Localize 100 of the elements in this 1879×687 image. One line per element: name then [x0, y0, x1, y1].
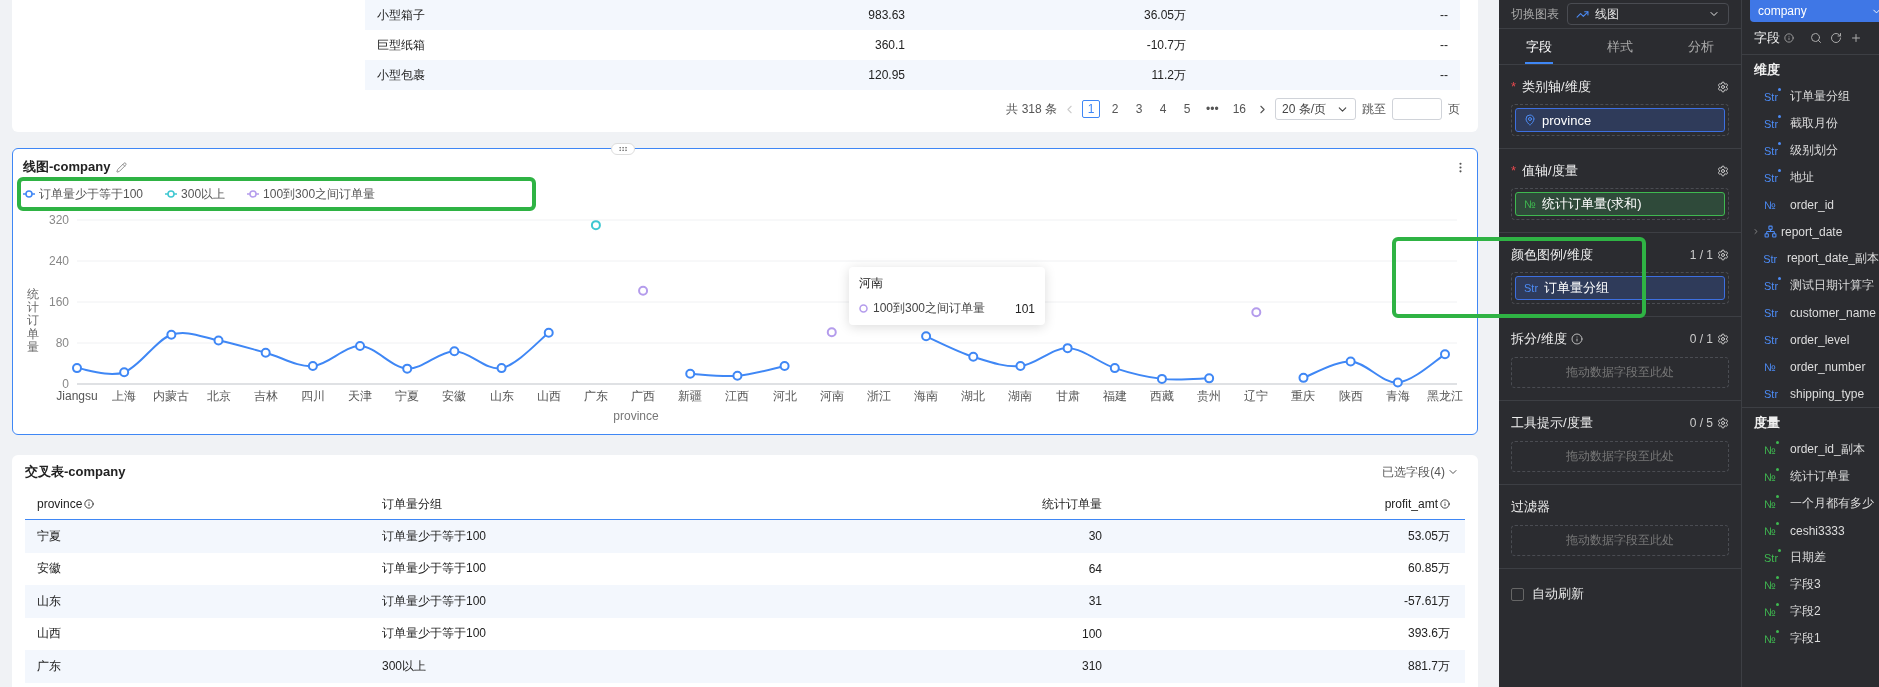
settings-icon[interactable] [1717, 416, 1729, 429]
settings-icon[interactable] [1717, 80, 1729, 93]
chart-point [1156, 373, 1167, 384]
chart-point [685, 368, 696, 379]
panel-title: 字段 [1754, 29, 1780, 47]
column-header[interactable]: profit_amt [1114, 497, 1462, 511]
refresh-icon[interactable] [1830, 32, 1842, 44]
field-item[interactable]: № 一个月都有多少 [1742, 490, 1879, 517]
field-item[interactable]: Str 截取月份 [1742, 110, 1879, 137]
chart-point [1298, 372, 1309, 383]
add-icon[interactable] [1850, 32, 1862, 44]
table-cell-text: 53.05万 [1406, 527, 1451, 545]
field-item[interactable]: № ceshi3333 [1742, 517, 1879, 544]
hierarchy-icon [1764, 225, 1777, 238]
tick-label: 西藏 [1149, 389, 1174, 403]
table-cell-text: 小型包裹 [376, 66, 426, 84]
field-item[interactable]: № order_number [1742, 353, 1879, 380]
selected-fields-button[interactable]: 已选字段(4) [1376, 462, 1465, 482]
tick-label: 福建 [1102, 389, 1127, 403]
field-item[interactable]: Str 级别划分 [1742, 137, 1879, 164]
legend-item[interactable]: 订单量少于等于100 [23, 185, 144, 203]
table-cell-text: 订单量少于等于100 [381, 592, 488, 610]
chart-point [355, 341, 366, 352]
field-item[interactable]: № 统计订单量 [1742, 463, 1879, 490]
field-count: 0 / 5 [1689, 415, 1713, 430]
tick-label: 240 [48, 254, 69, 268]
panel-tab[interactable]: 字段 [1499, 29, 1580, 64]
field-item[interactable]: № 字段1 [1742, 625, 1879, 652]
tick-label: 新疆 [678, 389, 703, 403]
chart-point [590, 220, 601, 231]
chart-point [119, 367, 130, 378]
tick-label: 河南 [819, 389, 844, 403]
table-cell-text: 30 [1087, 529, 1103, 544]
search-icon[interactable] [1810, 32, 1822, 44]
chart-point [921, 331, 932, 342]
field-item[interactable]: Str 测试日期计算字 [1742, 272, 1879, 299]
table-cell-text: 广东 [36, 657, 62, 675]
tick-label: 贵州 [1197, 389, 1222, 403]
panel-tab[interactable]: 分析 [1660, 29, 1741, 64]
field-item[interactable]: report_date [1742, 218, 1879, 245]
chart-point [826, 327, 837, 338]
settings-icon[interactable] [1717, 164, 1729, 177]
column-header[interactable]: 订单量分组 [370, 495, 800, 513]
field-item[interactable]: Str shipping_type [1742, 380, 1879, 407]
field-item[interactable]: № order_id [1742, 191, 1879, 218]
chart-point [307, 361, 318, 372]
tick-label: 上海 [112, 389, 137, 403]
field-item[interactable]: Str 地址 [1742, 164, 1879, 191]
section-title: 值轴/度量 [1522, 161, 1578, 180]
field-item[interactable]: № 字段2 [1742, 598, 1879, 625]
chart-point [1109, 363, 1120, 374]
settings-icon[interactable] [1717, 332, 1729, 345]
chart-point [496, 363, 507, 374]
chart-point [1204, 373, 1215, 384]
page-size-select[interactable]: 20 条/页 [1275, 98, 1356, 120]
dataset-select[interactable]: company [1750, 0, 1879, 22]
tick-label: 天津 [348, 389, 373, 403]
column-header[interactable]: province [25, 497, 370, 511]
legend-item[interactable]: 300以上 [165, 185, 226, 203]
tick-label: 江西 [725, 389, 750, 403]
chart-point [1251, 307, 1262, 318]
drag-handle[interactable] [611, 143, 635, 155]
tooltip-series: 100到300之间订单量 [873, 300, 986, 317]
drop-hint: 拖动数据字段至此处 [1566, 447, 1674, 465]
column-header[interactable]: 统计订单量 [800, 495, 1114, 513]
field-item[interactable]: Str order_level [1742, 326, 1879, 353]
section-title: 类别轴/维度 [1522, 77, 1591, 96]
page-unit: 页 [1448, 100, 1460, 118]
switch-chart-label: 切换图表 [1511, 5, 1559, 23]
edit-icon[interactable] [116, 161, 128, 173]
drop-hint: 拖动数据字段至此处 [1566, 531, 1674, 549]
page-button[interactable]: 1 [1082, 100, 1100, 118]
checkbox[interactable] [1511, 587, 1524, 601]
field-item[interactable]: Str 日期差 [1742, 544, 1879, 571]
chart-point [1440, 349, 1450, 360]
table-cell-text: 小型箱子 [376, 6, 426, 24]
table-cell-text: -- [1439, 38, 1449, 52]
tick-label: 辽宁 [1244, 389, 1269, 403]
field-item[interactable]: № 字段3 [1742, 571, 1879, 598]
chart-title: 线图-company [23, 158, 111, 176]
section-title: 工具提示/度量 [1511, 413, 1593, 432]
tick-label: 内蒙古 [153, 389, 190, 403]
page-input[interactable] [1392, 98, 1442, 120]
settings-icon[interactable] [1717, 248, 1729, 261]
chart-type-select[interactable]: 线图 [1567, 3, 1729, 25]
panel-tab[interactable]: 样式 [1579, 29, 1661, 64]
table-cell-text: 300以上 [381, 657, 428, 675]
field-item[interactable]: № order_id_副本 [1742, 436, 1879, 463]
field-item[interactable]: Str report_date_副本 [1742, 245, 1879, 272]
tick-label: 湖南 [1008, 389, 1033, 403]
axis-title: 统计订单量 [27, 288, 39, 354]
tick-label: 宁夏 [395, 389, 420, 403]
field-type-icon: Str [1524, 282, 1539, 294]
field-item[interactable]: Str customer_name [1742, 299, 1879, 326]
table-cell-text: -- [1439, 68, 1449, 82]
tick-label: 广西 [631, 389, 656, 403]
tick-label: 四川 [300, 389, 325, 403]
table-cell-text: 64 [1087, 561, 1103, 576]
legend-item[interactable]: 100到300之间订单量 [247, 185, 376, 203]
field-item[interactable]: Str 订单量分组 [1742, 83, 1879, 110]
